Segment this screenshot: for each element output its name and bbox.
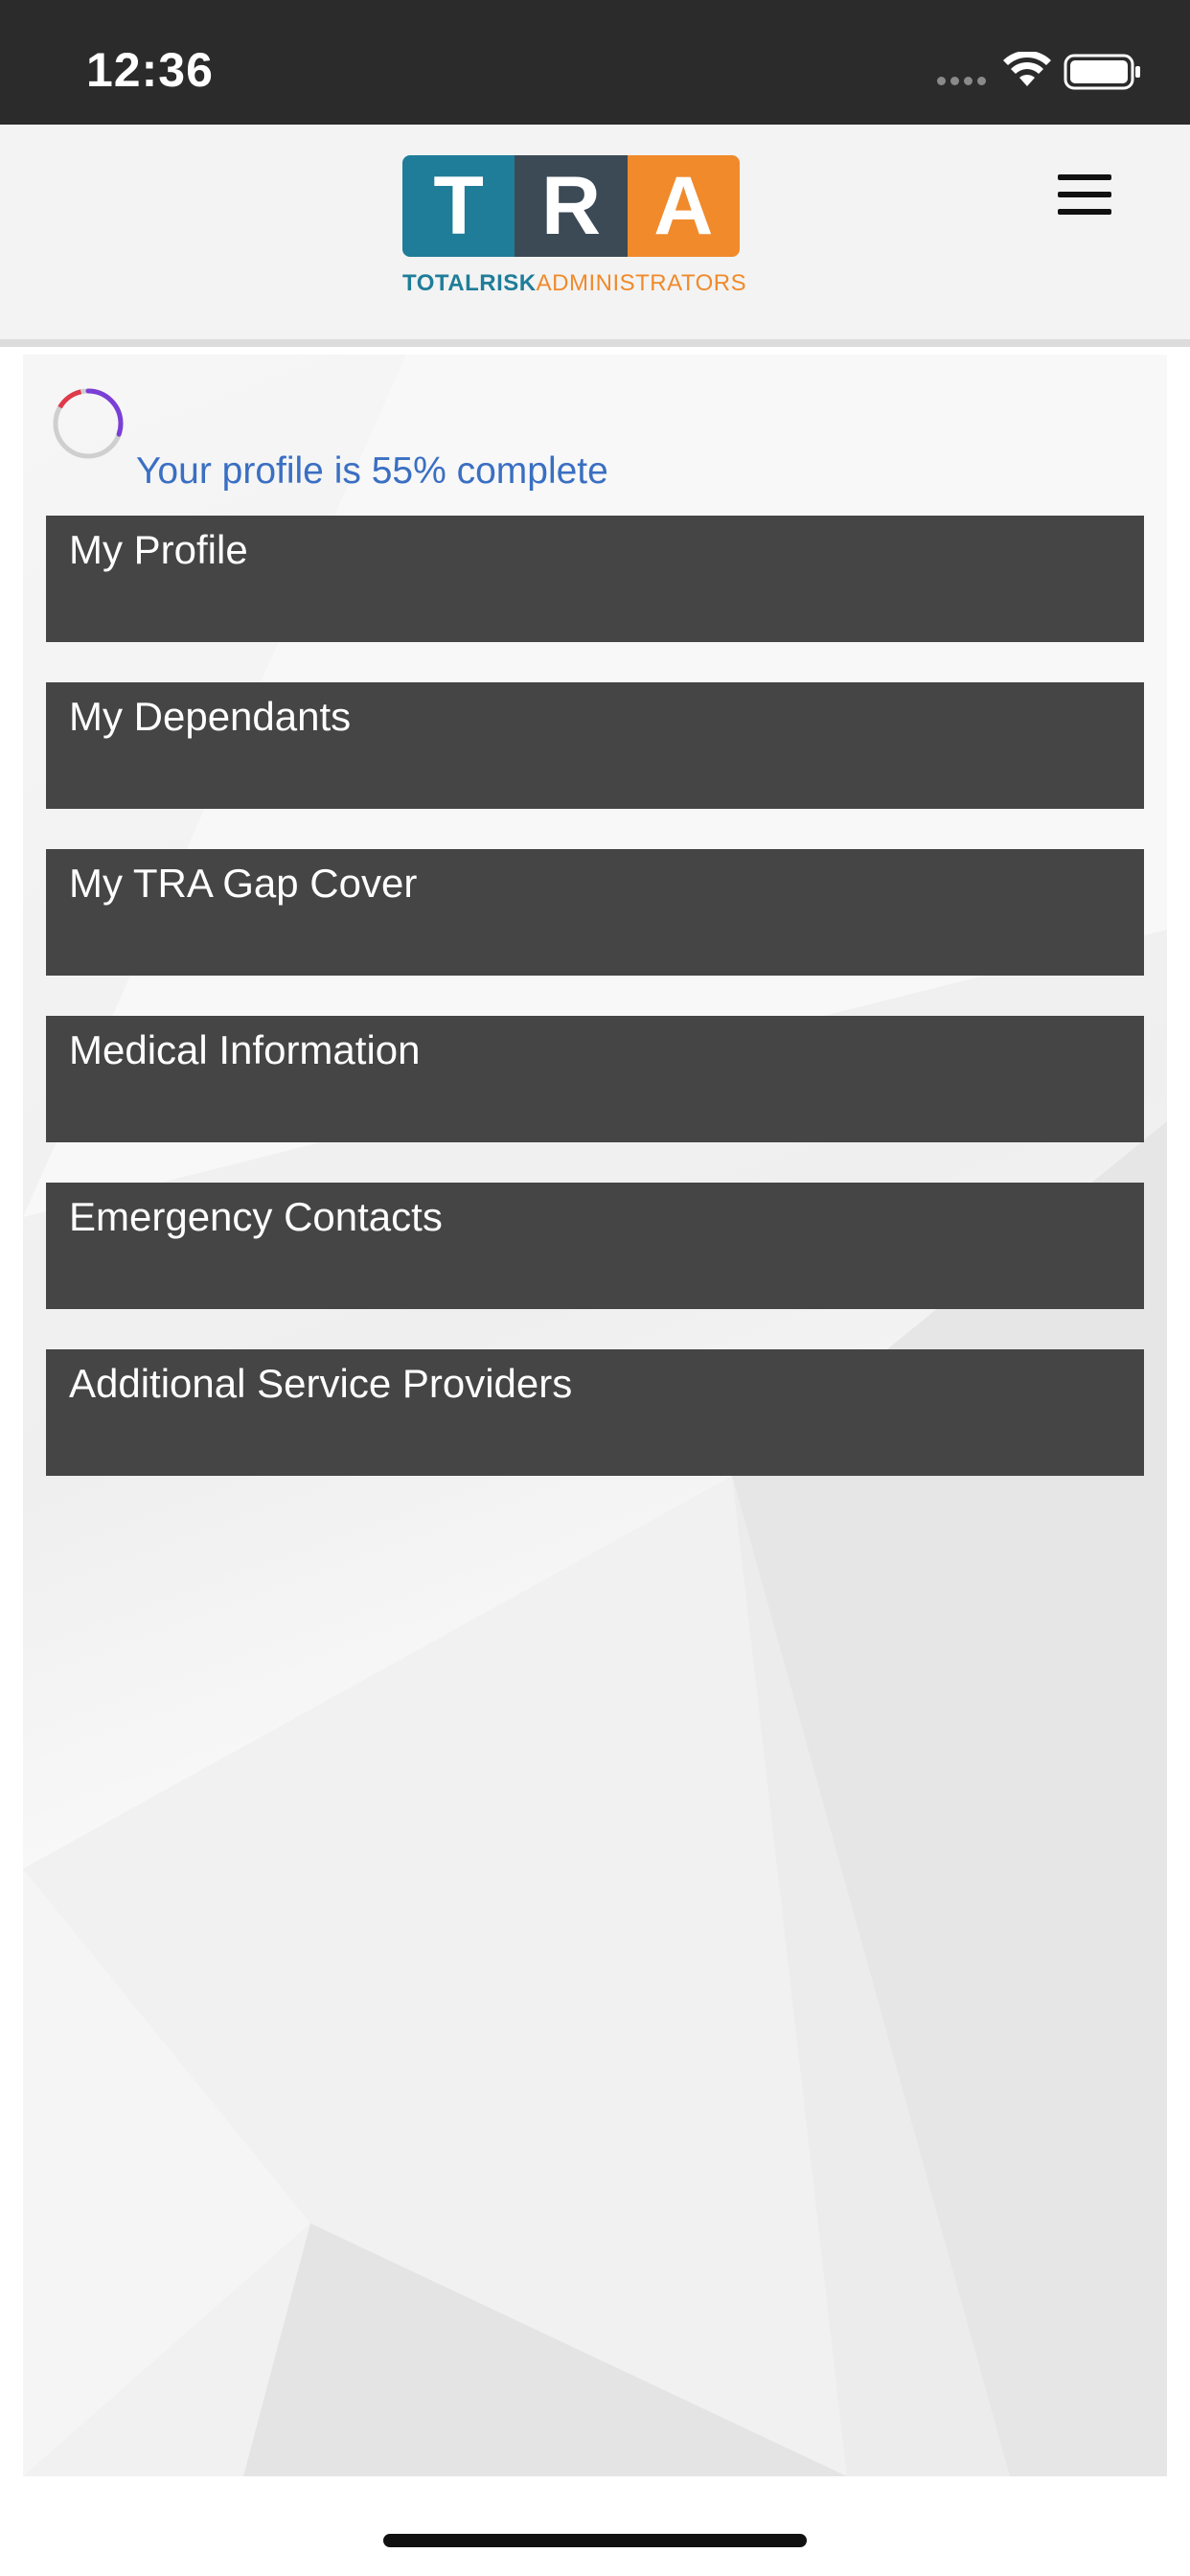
status-bar: 12:36 — [0, 0, 1190, 125]
home-bar — [0, 2476, 1190, 2576]
menu-item-additional-service-providers[interactable]: Additional Service Providers — [46, 1349, 1144, 1476]
progress-ring-icon — [53, 388, 124, 459]
battery-icon — [1064, 54, 1140, 90]
home-indicator[interactable] — [383, 2534, 807, 2547]
status-time: 12:36 — [86, 43, 214, 97]
menu-item-medical-information[interactable]: Medical Information — [46, 1016, 1144, 1142]
main-content: Your profile is 55% complete My Profile … — [23, 355, 1167, 2476]
logo-tagline: TOTALRISKADMINISTRATORS — [402, 270, 746, 297]
profile-menu-list: My Profile My Dependants My TRA Gap Cove… — [46, 516, 1144, 1516]
menu-item-my-dependants[interactable]: My Dependants — [46, 682, 1144, 809]
profile-progress-text: Your profile is 55% complete — [136, 450, 608, 492]
logo-tile-r: R — [515, 155, 628, 257]
logo-tagline-total: TOTAL — [402, 270, 480, 296]
menu-item-my-tra-gap-cover[interactable]: My TRA Gap Cover — [46, 849, 1144, 976]
menu-item-emergency-contacts[interactable]: Emergency Contacts — [46, 1183, 1144, 1309]
logo-tile-a: A — [627, 155, 740, 257]
logo-tile-t: T — [402, 155, 515, 257]
app-header: T R A TOTALRISKADMINISTRATORS — [0, 125, 1190, 347]
hamburger-menu-icon[interactable] — [1058, 174, 1115, 222]
menu-item-my-profile[interactable]: My Profile — [46, 516, 1144, 642]
logo-tagline-admin: ADMINISTRATORS — [536, 270, 747, 296]
signal-dots-icon — [937, 77, 986, 85]
wifi-icon — [1003, 52, 1051, 86]
logo-tagline-risk: RISK — [479, 270, 537, 296]
tra-logo: T R A TOTALRISKADMINISTRATORS — [402, 155, 746, 301]
